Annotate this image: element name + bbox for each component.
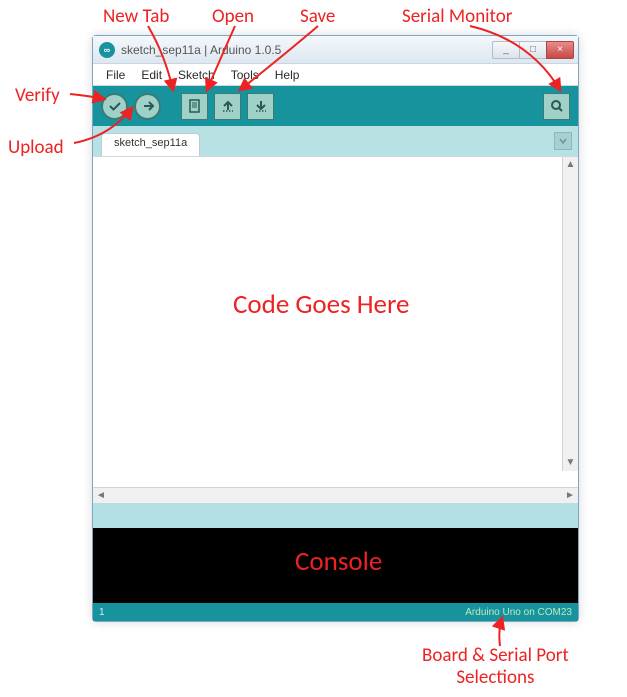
annotation-new-tab: New Tab (103, 5, 169, 28)
serial-monitor-button[interactable] (543, 93, 570, 120)
board-port-indicator: Arduino Uno on COM23 (465, 607, 572, 618)
tab-sketch[interactable]: sketch_sep11a (101, 133, 200, 156)
window-title: sketch_sep11a | Arduino 1.0.5 (121, 43, 493, 57)
app-icon: ∞ (99, 42, 115, 58)
window-maximize-button[interactable]: □ (519, 41, 547, 59)
menu-bar: File Edit Sketch Tools Help (93, 64, 578, 86)
menu-sketch[interactable]: Sketch (171, 66, 222, 84)
toolbar-left-group (101, 93, 274, 120)
window-titlebar: ∞ sketch_sep11a | Arduino 1.0.5 _ □ × (93, 36, 578, 64)
toolbar (93, 86, 578, 126)
annotation-verify: Verify (15, 84, 60, 107)
verify-button[interactable] (101, 93, 128, 120)
open-button[interactable] (214, 93, 241, 120)
arrow-up-icon (220, 98, 236, 114)
file-icon (187, 98, 203, 114)
scroll-down-icon[interactable]: ▼ (563, 455, 578, 471)
upload-button[interactable] (134, 93, 161, 120)
menu-tools[interactable]: Tools (224, 66, 266, 84)
chevron-down-icon (558, 136, 568, 146)
tab-menu-dropdown[interactable] (554, 132, 572, 150)
scroll-up-icon[interactable]: ▲ (563, 157, 578, 173)
window-minimize-button[interactable]: _ (492, 41, 520, 59)
arrow-right-icon (141, 99, 155, 113)
window-controls: _ □ × (493, 41, 574, 59)
editor-horizontal-scrollbar[interactable]: ◄ ► (93, 487, 578, 503)
annotation-board-serial: Board & Serial Port Selections (422, 645, 569, 689)
menu-file[interactable]: File (99, 66, 132, 84)
scroll-right-icon[interactable]: ► (562, 490, 578, 501)
annotation-board-serial-line2: Selections (456, 666, 534, 689)
arrow-down-icon (253, 98, 269, 114)
status-bar: 1 Arduino Uno on COM23 (93, 603, 578, 621)
line-number-indicator: 1 (99, 607, 465, 618)
arduino-ide-window: ∞ sketch_sep11a | Arduino 1.0.5 _ □ × Fi… (92, 35, 579, 622)
magnifier-icon (549, 98, 565, 114)
check-icon (108, 99, 122, 113)
toolbar-right-group (543, 93, 570, 120)
annotation-upload: Upload (8, 136, 64, 159)
annotation-code-here: Code Goes Here (233, 288, 409, 321)
annotation-serial-monitor: Serial Monitor (402, 5, 512, 28)
new-tab-button[interactable] (181, 93, 208, 120)
save-button[interactable] (247, 93, 274, 120)
annotation-save: Save (300, 5, 335, 28)
menu-help[interactable]: Help (268, 66, 307, 84)
code-editor[interactable]: ▲ ▼ (93, 157, 578, 487)
editor-area: ▲ ▼ ◄ ► (93, 156, 578, 503)
annotation-board-serial-line1: Board & Serial Port (422, 644, 569, 667)
annotation-console: Console (295, 545, 382, 578)
tab-bar: sketch_sep11a (93, 126, 578, 156)
annotation-open: Open (212, 5, 254, 28)
window-close-button[interactable]: × (546, 41, 574, 59)
status-strip (93, 503, 578, 528)
scroll-left-icon[interactable]: ◄ (93, 490, 109, 501)
menu-edit[interactable]: Edit (134, 66, 169, 84)
editor-vertical-scrollbar[interactable]: ▲ ▼ (562, 157, 578, 471)
